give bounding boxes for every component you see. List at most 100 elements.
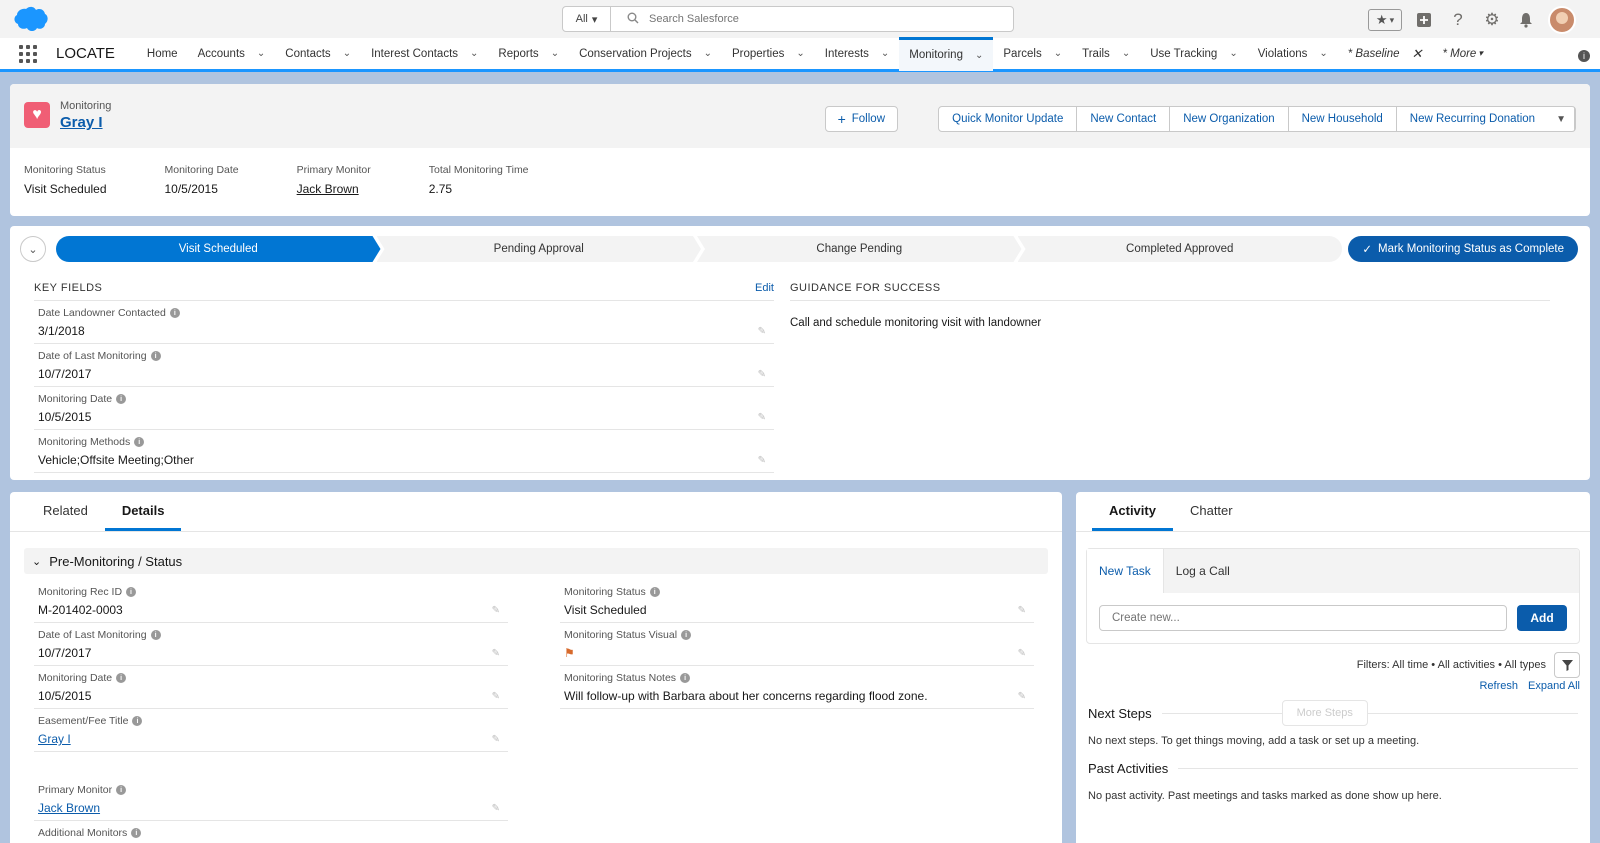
pencil-icon[interactable]: ✎ bbox=[492, 691, 500, 702]
pencil-icon[interactable]: ✎ bbox=[492, 605, 500, 616]
search-input[interactable] bbox=[649, 13, 969, 25]
nav-item-use-tracking[interactable]: Use Tracking ⌄ bbox=[1140, 37, 1248, 71]
nav-item-conservation-projects[interactable]: Conservation Projects ⌄ bbox=[569, 37, 722, 71]
info-icon[interactable]: i bbox=[169, 308, 180, 318]
more-steps-button[interactable]: More Steps bbox=[1281, 700, 1368, 726]
filter-icon[interactable] bbox=[1554, 652, 1580, 678]
chevron-down-icon[interactable]: ⌄ bbox=[1229, 48, 1237, 59]
mark-status-complete-button[interactable]: ✓ Mark Monitoring Status as Complete bbox=[1348, 236, 1578, 262]
chevron-down-icon[interactable]: ⌄ bbox=[551, 48, 559, 59]
edit-key-fields-link[interactable]: Edit bbox=[755, 282, 774, 294]
nav-item-interests[interactable]: Interests ⌄ bbox=[815, 37, 900, 71]
chevron-down-icon[interactable]: ⌄ bbox=[1122, 48, 1130, 59]
new-organization-button[interactable]: New Organization bbox=[1170, 107, 1289, 131]
pencil-icon[interactable]: ✎ bbox=[492, 803, 500, 814]
notification-bell-icon[interactable] bbox=[1514, 8, 1538, 32]
new-contact-button[interactable]: New Contact bbox=[1077, 107, 1171, 131]
pencil-icon[interactable]: ✎ bbox=[758, 455, 766, 466]
pencil-icon[interactable]: ✎ bbox=[492, 648, 500, 659]
info-icon[interactable]: i bbox=[681, 630, 692, 640]
path-stage-completed-approved[interactable]: Completed Approved bbox=[1017, 236, 1342, 262]
field-label: Date Landowner Contacted i bbox=[38, 307, 770, 319]
path-collapse-toggle[interactable]: ⌄ bbox=[20, 236, 46, 262]
info-icon[interactable]: i bbox=[150, 351, 161, 361]
expand-all-link[interactable]: Expand All bbox=[1528, 680, 1580, 692]
tab-related[interactable]: Related bbox=[26, 492, 105, 531]
path-stage-visit-scheduled[interactable]: Visit Scheduled bbox=[56, 236, 381, 262]
info-icon[interactable]: i bbox=[680, 673, 691, 683]
info-icon[interactable]: i bbox=[116, 394, 127, 404]
info-icon[interactable]: i bbox=[132, 716, 143, 726]
chevron-down-icon[interactable]: ⌄ bbox=[1319, 48, 1327, 59]
quick-monitor-update-button[interactable]: Quick Monitor Update bbox=[939, 107, 1078, 131]
global-actions-icon[interactable] bbox=[1412, 8, 1436, 32]
tab-activity[interactable]: Activity bbox=[1092, 492, 1173, 531]
refresh-link[interactable]: Refresh bbox=[1479, 680, 1518, 692]
app-launcher-icon[interactable] bbox=[0, 44, 56, 63]
section-pre-monitoring[interactable]: ⌄ Pre-Monitoring / Status bbox=[24, 548, 1048, 574]
chevron-down-icon[interactable]: ⌄ bbox=[975, 50, 983, 61]
pencil-icon[interactable]: ✎ bbox=[758, 326, 766, 337]
nav-item-parcels[interactable]: Parcels ⌄ bbox=[993, 37, 1072, 71]
new-household-button[interactable]: New Household bbox=[1289, 107, 1397, 131]
field-value-link[interactable]: Jack Brown bbox=[38, 801, 100, 815]
nav-item-monitoring[interactable]: Monitoring ⌄ bbox=[899, 36, 994, 71]
chevron-down-icon[interactable]: ⌄ bbox=[343, 48, 351, 59]
close-icon[interactable]: ✕ bbox=[1412, 46, 1423, 62]
pencil-icon[interactable]: ✎ bbox=[1018, 605, 1026, 616]
pencil-icon[interactable]: ✎ bbox=[1018, 691, 1026, 702]
nav-item-violations[interactable]: Violations ⌄ bbox=[1248, 37, 1338, 71]
highlight-label: Monitoring Date bbox=[164, 164, 239, 176]
field-value-link[interactable]: Gray I bbox=[38, 732, 71, 746]
chevron-down-icon[interactable]: ⌄ bbox=[796, 48, 804, 59]
info-icon[interactable]: i bbox=[116, 785, 127, 795]
create-new-input[interactable] bbox=[1099, 605, 1507, 631]
follow-button[interactable]: + Follow bbox=[824, 106, 898, 132]
info-icon[interactable]: i bbox=[116, 673, 127, 683]
publisher-tab-log-a-call[interactable]: Log a Call bbox=[1164, 549, 1242, 593]
new-recurring-donation-button[interactable]: New Recurring Donation bbox=[1397, 107, 1548, 131]
key-fields-title: KEY FIELDS bbox=[34, 282, 103, 294]
star-icon: ★ bbox=[1375, 12, 1388, 27]
chevron-down-icon[interactable]: ⌄ bbox=[881, 48, 889, 59]
tab-chatter[interactable]: Chatter bbox=[1173, 492, 1250, 531]
help-icon[interactable]: ? bbox=[1446, 8, 1470, 32]
nav-item-properties[interactable]: Properties ⌄ bbox=[722, 37, 815, 71]
pencil-icon[interactable]: ✎ bbox=[758, 369, 766, 380]
chevron-down-icon[interactable]: ⌄ bbox=[704, 48, 712, 59]
nav-more-menu[interactable]: * More ▾ bbox=[1432, 37, 1492, 71]
path-stage-change-pending[interactable]: Change Pending bbox=[697, 236, 1022, 262]
info-icon[interactable]: i bbox=[126, 587, 137, 597]
chevron-down-icon[interactable]: ⌄ bbox=[470, 48, 478, 59]
add-button[interactable]: Add bbox=[1517, 605, 1567, 631]
info-icon[interactable]: i bbox=[134, 437, 145, 447]
nav-item-interest-contacts[interactable]: Interest Contacts ⌄ bbox=[361, 37, 488, 71]
info-icon[interactable]: i bbox=[1578, 50, 1590, 62]
highlight-value[interactable]: Jack Brown bbox=[297, 182, 359, 196]
publisher-tab-new-task[interactable]: New Task bbox=[1087, 549, 1164, 593]
info-icon[interactable]: i bbox=[131, 828, 142, 838]
user-avatar[interactable] bbox=[1548, 6, 1576, 34]
chevron-down-icon[interactable]: ⌄ bbox=[1054, 48, 1062, 59]
nav-item-accounts[interactable]: Accounts ⌄ bbox=[188, 37, 276, 71]
nav-item-baseline[interactable]: * Baseline ✕ bbox=[1338, 37, 1433, 71]
highlight-monitoring-status: Monitoring Status Visit Scheduled bbox=[24, 164, 107, 196]
more-actions-dropdown[interactable]: ▼ bbox=[1548, 107, 1575, 131]
nav-item-trails[interactable]: Trails ⌄ bbox=[1072, 37, 1140, 71]
pencil-icon[interactable]: ✎ bbox=[758, 412, 766, 423]
info-icon[interactable]: i bbox=[150, 630, 161, 640]
info-icon[interactable]: i bbox=[649, 587, 660, 597]
nav-item-contacts[interactable]: Contacts ⌄ bbox=[275, 37, 361, 71]
pencil-icon[interactable]: ✎ bbox=[492, 734, 500, 745]
nav-item-reports[interactable]: Reports ⌄ bbox=[488, 37, 569, 71]
path-stage-pending-approval[interactable]: Pending Approval bbox=[377, 236, 702, 262]
salesforce-logo-icon[interactable] bbox=[12, 6, 48, 32]
search-scope-dropdown[interactable]: All ▾ bbox=[563, 7, 611, 31]
favorites-button[interactable]: ★ ▾ bbox=[1368, 9, 1402, 31]
record-name[interactable]: Gray I bbox=[60, 114, 103, 131]
tab-details[interactable]: Details bbox=[104, 492, 182, 531]
pencil-icon[interactable]: ✎ bbox=[1018, 648, 1026, 659]
gear-icon[interactable]: ⚙ bbox=[1480, 8, 1504, 32]
chevron-down-icon[interactable]: ⌄ bbox=[257, 48, 265, 59]
nav-item-home[interactable]: Home bbox=[137, 37, 188, 71]
